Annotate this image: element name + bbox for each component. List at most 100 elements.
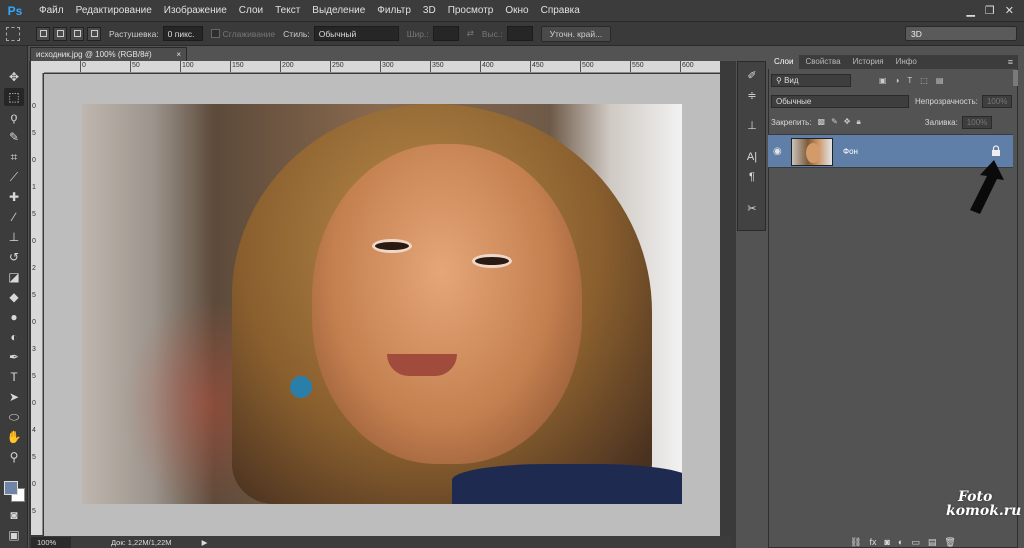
vertical-ruler[interactable]: 0 5 0 1 5 0 2 5 0 3 5 0 4 5 0 5 [31, 73, 43, 535]
close-document-icon[interactable]: × [176, 50, 181, 59]
restore-icon[interactable]: ❐ [985, 4, 995, 17]
panel-menu-icon[interactable]: ≡ [1003, 55, 1018, 69]
lock-icon [992, 145, 1000, 156]
blur-tool-icon[interactable]: ● [4, 308, 24, 326]
crop-tool-icon[interactable]: ⌗ [4, 148, 24, 166]
layer-filter-select[interactable]: ⚲ Вид [771, 73, 851, 87]
status-menu-arrow-icon[interactable]: ▶ [202, 538, 208, 547]
move-tool-icon[interactable]: ✥ [4, 68, 24, 86]
fill-input[interactable]: 100% [961, 115, 992, 129]
menu-bar: Ps Файл Редактирование Изображение Слои … [0, 0, 1024, 22]
height-input[interactable] [506, 26, 533, 41]
horizontal-ruler[interactable]: 050100150200250300350400450500550600650 [44, 61, 720, 73]
type-tool-icon[interactable]: T [4, 368, 24, 386]
minimize-icon[interactable]: ▁ [966, 4, 974, 17]
eraser-tool-icon[interactable]: ◪ [4, 268, 24, 286]
width-input[interactable] [432, 26, 459, 41]
ruler-v-label: 5 [32, 292, 36, 299]
feather-label: Растушевка: [109, 28, 159, 39]
visibility-eye-icon[interactable]: ◉ [773, 146, 782, 157]
healing-tool-icon[interactable]: ✚ [4, 188, 24, 206]
vertical-scrollbar[interactable] [720, 61, 734, 536]
filter-type-icons[interactable]: ▣◑T⬚▤ [879, 76, 951, 85]
add-selection-icon[interactable] [53, 26, 67, 41]
ellipse-tool-icon[interactable]: ⬭ [4, 408, 24, 426]
paint-bucket-icon[interactable]: ◆ [4, 288, 24, 306]
zoom-tool-icon[interactable]: ⚲ [4, 448, 24, 466]
lasso-tool-icon[interactable]: ϙ [4, 108, 24, 126]
subtract-selection-icon[interactable] [70, 26, 84, 41]
brush-tool-icon[interactable]: ∕ [4, 208, 24, 226]
new-group-icon[interactable]: ▭ [911, 537, 920, 548]
antialias-checkbox[interactable] [210, 29, 220, 38]
history-brush-icon[interactable]: ↺ [4, 248, 24, 266]
width-label: Шир.: [406, 28, 429, 39]
tab-history[interactable]: История [847, 55, 890, 69]
menu-file[interactable]: Файл [33, 5, 70, 16]
character-panel-icon[interactable]: A| [743, 149, 761, 165]
ruler-v-label: 5 [32, 373, 36, 380]
foreground-color-swatch[interactable] [4, 481, 18, 495]
add-mask-icon[interactable]: ◙ [884, 537, 889, 547]
refine-edge-button[interactable]: Уточн. край... [540, 25, 612, 42]
path-select-icon[interactable]: ➤ [4, 388, 24, 406]
doc-size-label: Док: 1,22M/1,22M [111, 537, 172, 547]
menu-view[interactable]: Просмотр [442, 5, 500, 16]
tab-info[interactable]: Инфо [890, 55, 923, 69]
tool-presets-icon[interactable]: ✂ [743, 200, 761, 216]
opacity-input[interactable]: 100% [981, 94, 1012, 108]
menu-select[interactable]: Выделение [306, 5, 371, 16]
pen-tool-icon[interactable]: ✒ [4, 348, 24, 366]
lock-options-icons[interactable]: ▩✎✥🔒︎ [818, 117, 867, 127]
left-eye-shape [372, 239, 412, 253]
search-icon: ⚲ [776, 75, 785, 85]
feather-input[interactable]: 0 пикс. [162, 26, 203, 41]
menu-filter[interactable]: Фильтр [371, 5, 417, 16]
eyedropper-tool-icon[interactable]: ⟋ [4, 168, 24, 186]
layer-style-icon[interactable]: fx [869, 537, 876, 547]
tab-properties[interactable]: Свойства [799, 55, 846, 69]
clone-source-icon[interactable]: ⊥ [743, 117, 761, 133]
menu-edit[interactable]: Редактирование [70, 5, 158, 16]
dodge-tool-icon[interactable]: ◐ [4, 328, 24, 346]
marquee-tool-icon[interactable]: ⬚ [4, 88, 24, 106]
quick-mask-icon[interactable]: ◙ [4, 506, 24, 524]
zoom-field[interactable]: 100% [31, 536, 71, 548]
menu-3d[interactable]: 3D [417, 5, 442, 16]
shirt-shape [452, 464, 682, 504]
panel-scrollbar[interactable] [1013, 70, 1018, 86]
photo-canvas[interactable] [82, 104, 682, 504]
ruler-v-label: 5 [32, 211, 36, 218]
close-icon[interactable]: ✕ [1005, 4, 1014, 17]
quick-select-tool-icon[interactable]: ✎ [4, 128, 24, 146]
intersect-selection-icon[interactable] [87, 26, 101, 41]
ruler-v-label: 3 [32, 346, 36, 353]
ruler-origin[interactable] [31, 61, 44, 73]
new-selection-icon[interactable] [36, 26, 50, 41]
menu-image[interactable]: Изображение [158, 5, 233, 16]
brush-presets-icon[interactable]: ✐ [743, 67, 761, 83]
brush-settings-icon[interactable]: ≑ [743, 87, 761, 103]
ruler-v-label: 0 [32, 481, 36, 488]
ruler-h-label: 0 [82, 62, 86, 69]
blend-mode-select[interactable]: Обычные [771, 94, 909, 108]
menu-layers[interactable]: Слои [233, 5, 269, 16]
menu-help[interactable]: Справка [535, 5, 586, 16]
tab-layers[interactable]: Слои [768, 55, 800, 69]
ruler-v-label: 5 [32, 130, 36, 137]
style-select[interactable]: Обычный [313, 26, 399, 41]
link-layers-icon[interactable]: ⛓ [850, 537, 861, 548]
screen-mode-icon[interactable]: ▣ [4, 526, 24, 544]
paragraph-panel-icon[interactable]: ¶ [743, 169, 761, 185]
marquee-preset-icon[interactable] [6, 26, 20, 41]
swap-dimensions-icon[interactable]: ⇄ [467, 28, 474, 39]
stamp-tool-icon[interactable]: ⊥ [4, 228, 24, 246]
document-tab[interactable]: исходник.jpg @ 100% (RGB/8#) × [30, 47, 187, 61]
ruler-h-label: 600 [682, 62, 694, 69]
menu-window[interactable]: Окно [499, 5, 534, 16]
workspace-select[interactable]: 3D [905, 26, 1017, 41]
menu-type[interactable]: Текст [269, 5, 306, 16]
layer-name[interactable]: Фон [843, 147, 858, 156]
adjustment-layer-icon[interactable]: ◐ [898, 537, 903, 547]
hand-tool-icon[interactable]: ✋ [4, 428, 24, 446]
